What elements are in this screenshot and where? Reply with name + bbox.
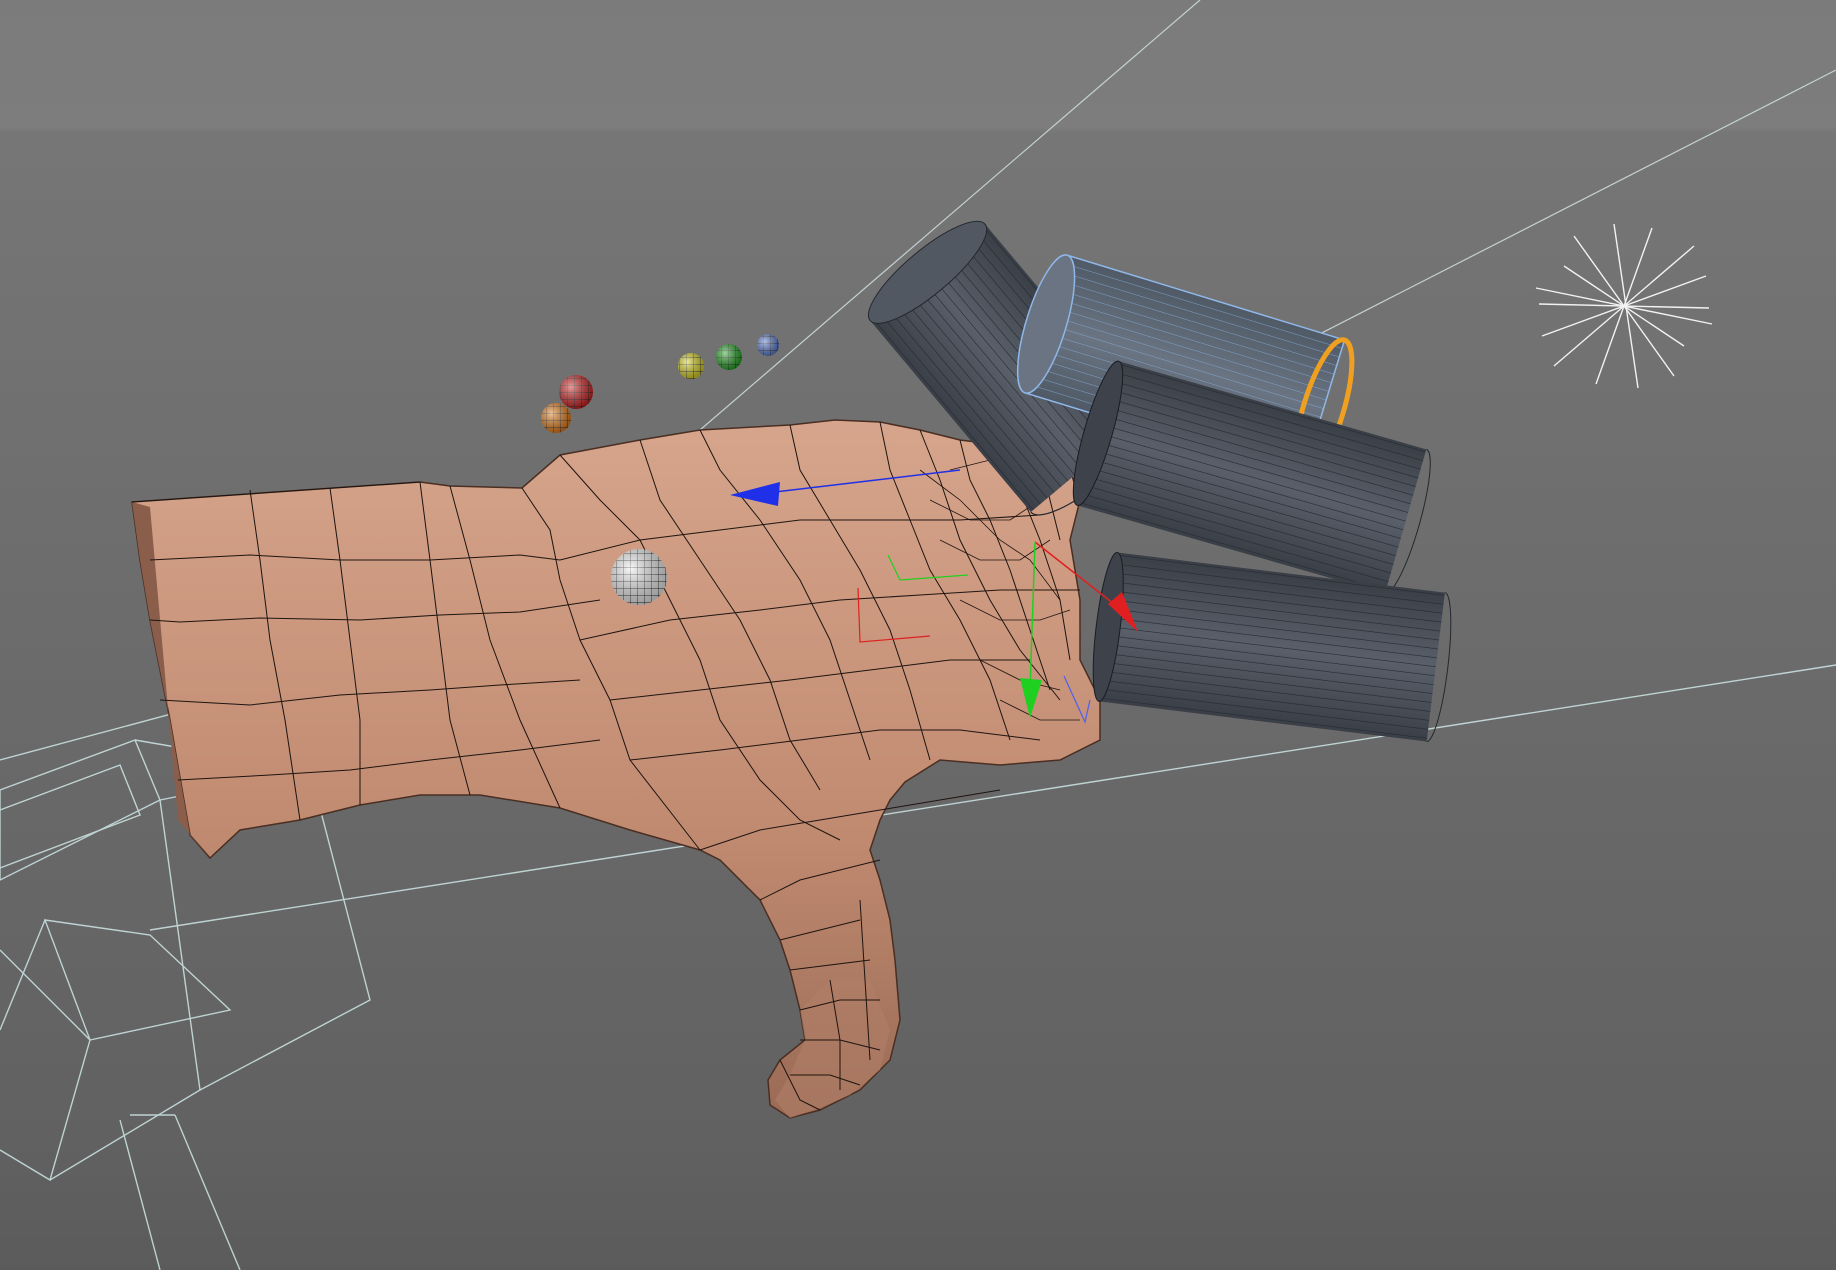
blue-sphere[interactable] [757,334,779,356]
orange-sphere[interactable] [541,403,571,433]
3d-viewport[interactable] [0,0,1836,1270]
viewport-canvas[interactable] [0,0,1836,1270]
red-sphere[interactable] [559,375,593,409]
yellow-sphere[interactable] [678,353,704,379]
white-sphere[interactable] [611,549,667,605]
green-sphere[interactable] [716,344,742,370]
